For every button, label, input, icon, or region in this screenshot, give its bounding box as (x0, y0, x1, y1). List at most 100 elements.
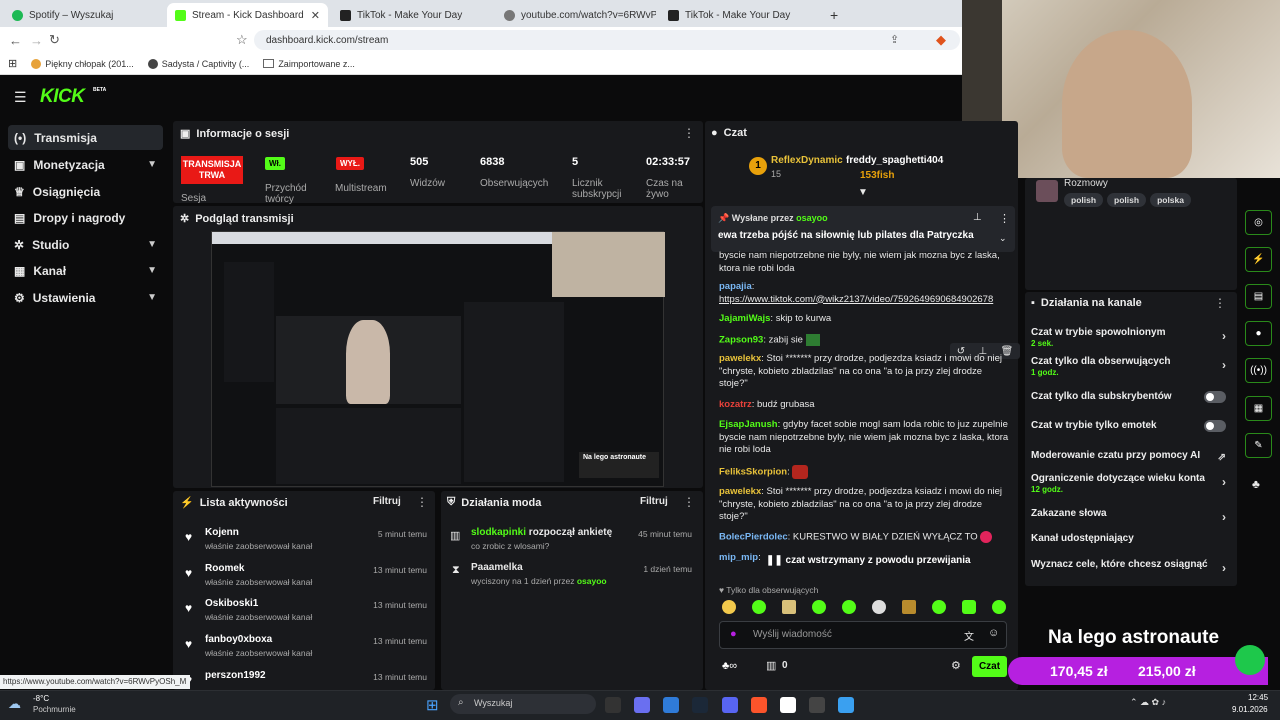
list-item[interactable]: ▥ slodkapinki rozpoczął ankietę co zrobi… (450, 527, 698, 557)
list-item[interactable]: ♥ Oskiboski1 właśnie zaobserwował kanał 13 … (183, 598, 433, 630)
emote-button[interactable] (842, 600, 856, 614)
emote-only-row[interactable]: Czat w trybie tylko emotek (1031, 420, 1226, 432)
chat-user[interactable]: pawelekx (719, 353, 761, 364)
emote-button[interactable] (872, 600, 886, 614)
chat-paused-banner[interactable]: ❚❚ czat wstrzymany z powodu przewijania (760, 552, 974, 570)
tab-tiktok-2[interactable]: TikTok - Make Your Day (660, 3, 820, 27)
emote-button[interactable] (962, 600, 976, 614)
list-item[interactable]: ♥ Roomek właśnie zaobserwował kanał 13 minu… (183, 563, 433, 595)
notepad-icon[interactable] (780, 697, 796, 713)
close-tab-icon[interactable]: ✕ (311, 9, 320, 22)
brave-icon[interactable] (751, 697, 767, 713)
quick-action-button[interactable]: ((•)) (1245, 358, 1272, 383)
followers-only-row[interactable]: Czat tylko dla obserwujących 1 godz. › (1031, 356, 1226, 377)
more-options-icon[interactable]: ⋮ (1214, 296, 1226, 310)
bookmark-icon[interactable]: ☆ (236, 32, 248, 48)
collapse-icon[interactable]: ▼ (858, 187, 868, 198)
list-item[interactable]: ⧗ Paaamelka wyciszony na 1 dzień przez o… (450, 562, 698, 592)
quick-action-button[interactable]: ● (1245, 321, 1272, 346)
quick-action-button[interactable]: ▦ (1245, 396, 1272, 421)
url-field[interactable]: dashboard.kick.com/stream (254, 30, 960, 50)
app-icon[interactable] (838, 697, 854, 713)
sidebar-item-ustawienia[interactable]: ⚙ Ustawienia ▼ (8, 285, 163, 310)
bookmark-item[interactable]: Sadysta / Captivity (... (147, 58, 249, 69)
emote-button[interactable] (752, 600, 766, 614)
more-options-icon[interactable]: ⋮ (999, 212, 1010, 225)
mic-icon[interactable]: ● (730, 628, 737, 640)
chat-input[interactable]: ● Wyślij wiadomość 文 ☺ (719, 621, 1007, 649)
reload-icon[interactable]: ↻ (49, 32, 60, 48)
chat-user[interactable]: JajamiWajs (719, 313, 770, 324)
chat-user[interactable]: kozatrz (719, 399, 752, 410)
clock-time[interactable]: 12:45 (1248, 693, 1268, 702)
quick-action-button[interactable]: ▤ (1245, 284, 1272, 309)
ai-moderation-row[interactable]: Moderowanie czatu przy pomocy AI ⇗ (1031, 450, 1226, 463)
account-age-row[interactable]: Ograniczenie dotyczące wieku konta 12 god… (1031, 473, 1226, 494)
unpin-icon[interactable]: ⊥ (973, 212, 982, 223)
share-icon[interactable]: ⇪ (890, 33, 899, 46)
activity-filter-button[interactable]: Filtruj (373, 496, 401, 507)
sharing-channel-row[interactable]: Kanał udostępniający (1031, 533, 1226, 544)
chevron-down-icon[interactable]: ⌄ (999, 233, 1007, 244)
sidebar-item-osiagniecia[interactable]: ♕ Osiągnięcia (8, 179, 163, 204)
more-options-icon[interactable]: ⋮ (416, 495, 428, 509)
list-item[interactable]: ♥ Kojenn właśnie zaobserwował kanał 5 minut… (183, 527, 433, 559)
chat-user[interactable]: mip_mip (719, 552, 758, 563)
banned-words-row[interactable]: Zakazane słowa › (1031, 508, 1226, 524)
tab-spotify[interactable]: Spotify – Wyszukaj (4, 3, 167, 27)
kick-logo[interactable]: KICK (40, 86, 85, 108)
more-options-icon[interactable]: ⋮ (683, 126, 695, 140)
translate-icon[interactable]: 文 (964, 628, 974, 643)
tag[interactable]: polish (1064, 193, 1104, 207)
stream-preview-video[interactable]: Na lego astronaute (211, 231, 665, 487)
points-icon[interactable]: ♣ (1252, 477, 1260, 491)
send-chat-button[interactable]: Czat (972, 656, 1007, 677)
inflow-badge[interactable]: Wł. (265, 157, 285, 170)
subs-only-toggle[interactable] (1204, 391, 1226, 403)
sidebar-item-dropy[interactable]: ▤ Dropy i nagrody (8, 205, 163, 230)
slow-mode-row[interactable]: Czat w trybie spowolnionym 2 sek. › (1031, 327, 1226, 348)
tab-tiktok[interactable]: TikTok - Make Your Day (332, 3, 492, 27)
brave-shield-icon[interactable]: ◆ (936, 32, 946, 48)
mod-filter-button[interactable]: Filtruj (640, 496, 668, 507)
top-gifter-1[interactable]: ReflexDynamic (771, 155, 843, 166)
multistream-badge[interactable]: WYŁ. (336, 157, 364, 170)
copilot-icon[interactable] (634, 697, 650, 713)
chat-link[interactable]: https://www.tiktok.com/@wikz2137/video/7… (719, 294, 993, 305)
tab-kick-dashboard[interactable]: Stream - Kick Dashboard ✕ (167, 3, 328, 27)
mod-user[interactable]: slodkapinki (471, 527, 526, 538)
emote-button[interactable] (902, 600, 916, 614)
chat-user[interactable]: pawelekx (719, 486, 761, 497)
new-tab-button[interactable]: + (822, 3, 846, 27)
steam-icon[interactable] (692, 697, 708, 713)
tab-youtube[interactable]: youtube.com/watch?v=6RWvPyOSh_M (496, 3, 656, 27)
emote-only-toggle[interactable] (1204, 420, 1226, 432)
chat-user[interactable]: FeliksSkorpion (719, 467, 787, 478)
forward-icon[interactable]: → (30, 33, 43, 48)
emoji-icon[interactable]: ☺ (988, 627, 999, 639)
chat-user[interactable]: papajia (719, 281, 752, 292)
taskbar-search[interactable]: ⌕ Wyszukaj (450, 694, 596, 714)
mod-by-user[interactable]: osayoo (577, 576, 607, 586)
more-options-icon[interactable]: ⋮ (683, 495, 695, 509)
discord-icon[interactable] (722, 697, 738, 713)
emote-button[interactable] (722, 600, 736, 614)
windows-start-icon[interactable]: ⊞ (426, 696, 439, 714)
emote-button[interactable] (782, 600, 796, 614)
points-icon[interactable]: ♣∞ (722, 660, 737, 672)
top-gifter-2[interactable]: freddy_spaghetti404 (846, 155, 943, 166)
goals-row[interactable]: Wyznacz cele, które chcesz osiągnąć › (1031, 559, 1226, 575)
support-icon[interactable] (1235, 645, 1265, 675)
emote-button[interactable] (932, 600, 946, 614)
tag[interactable]: polish (1107, 193, 1147, 207)
task-view-icon[interactable] (605, 697, 621, 713)
sidebar-item-kanal[interactable]: ▦ Kanał ▼ (8, 258, 163, 283)
store-icon[interactable]: ▥ (766, 659, 776, 672)
quick-action-button[interactable]: ◎ (1245, 210, 1272, 235)
tag[interactable]: polska (1150, 193, 1191, 207)
store-icon[interactable] (663, 697, 679, 713)
sidebar-item-studio[interactable]: ✲ Studio ▼ (8, 232, 163, 257)
tray-icons[interactable]: ⌃ ☁ ✿ ♪ (1130, 697, 1166, 708)
quick-action-button[interactable]: ⚡ (1245, 247, 1272, 272)
chat-user[interactable]: Zapson93 (719, 335, 763, 346)
